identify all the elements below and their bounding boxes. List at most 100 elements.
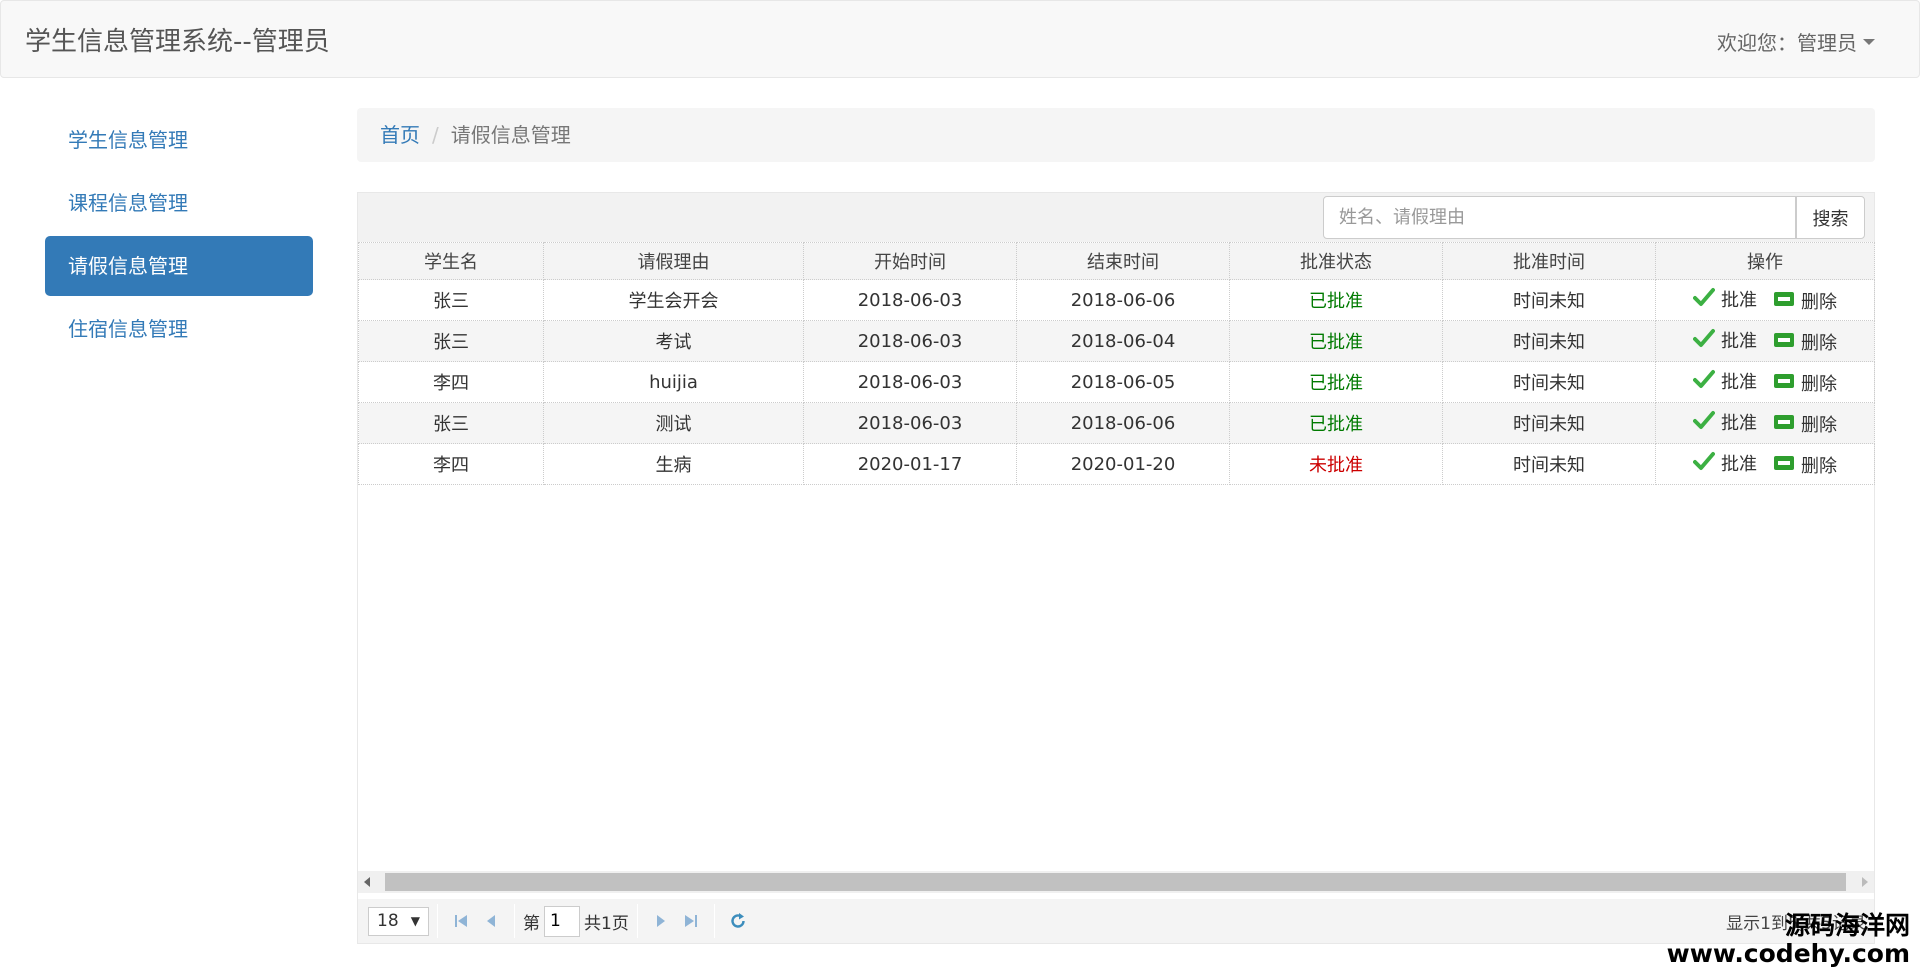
page-number-input[interactable] [544,905,580,937]
scroll-right-icon[interactable] [1862,877,1868,887]
cell-name: 张三 [358,320,544,362]
cell-actions: 批准 删除 [1655,402,1875,444]
column-header-reason[interactable]: 请假理由 [543,242,804,280]
cell-actions: 批准 删除 [1655,279,1875,321]
table-row[interactable]: 张三 测试 2018-06-03 2018-06-06 已批准 时间未知 批准 删除 [358,402,1875,444]
grid-toolbar: 搜索 [358,193,1874,242]
horizontal-scrollbar[interactable] [358,871,1874,893]
next-page-icon[interactable] [646,906,676,936]
cell-end: 2018-06-05 [1016,361,1230,403]
cell-approve-time: 时间未知 [1442,279,1656,321]
cell-approve-time: 时间未知 [1442,361,1656,403]
page-total-label: 共1页 [584,913,629,934]
approve-button[interactable]: 批准 [1693,368,1757,394]
approve-label: 批准 [1721,454,1757,475]
delete-button[interactable]: 删除 [1773,288,1837,314]
delete-label: 删除 [1801,333,1837,354]
cell-start: 2018-06-03 [803,361,1017,403]
table-row[interactable]: 张三 学生会开会 2018-06-03 2018-06-06 已批准 时间未知 批准 删除 [358,279,1875,321]
sidebar-item-dorm[interactable]: 住宿信息管理 [45,299,313,359]
approve-label: 批准 [1721,372,1757,393]
welcome-text: 欢迎您：管理员 [1717,31,1857,55]
cell-name: 张三 [358,402,544,444]
column-header-approve-time[interactable]: 批准时间 [1442,242,1656,280]
table-row[interactable]: 李四 huijia 2018-06-03 2018-06-05 已批准 时间未知 批准 删除 [358,361,1875,403]
check-icon [1693,287,1721,312]
cell-start: 2020-01-17 [803,443,1017,485]
page-size-select[interactable]: 18 ▼ [368,906,429,936]
minus-box-icon [1773,373,1801,394]
watermark-line1: 源码海洋网 [1784,911,1910,940]
delete-label: 删除 [1801,292,1837,313]
column-header-name[interactable]: 学生名 [358,242,544,280]
approve-button[interactable]: 批准 [1693,327,1757,353]
delete-label: 删除 [1801,374,1837,395]
delete-button[interactable]: 删除 [1773,452,1837,478]
column-header-start[interactable]: 开始时间 [803,242,1017,280]
first-page-icon[interactable] [446,906,476,936]
column-header-status[interactable]: 批准状态 [1229,242,1443,280]
delete-button[interactable]: 删除 [1773,370,1837,396]
user-menu-toggle[interactable]: 欢迎您：管理员 [1717,27,1875,56]
cell-name: 张三 [358,279,544,321]
breadcrumb-separator: / [432,123,439,147]
minus-box-icon [1773,414,1801,435]
refresh-icon[interactable] [723,906,753,936]
cell-reason: 生病 [543,443,804,485]
approve-label: 批准 [1721,331,1757,352]
cell-start: 2018-06-03 [803,279,1017,321]
top-navbar: 学生信息管理系统--管理员 欢迎您：管理员 [0,0,1920,78]
check-icon [1693,328,1721,353]
check-icon [1693,410,1721,435]
last-page-icon[interactable] [676,906,706,936]
sidebar-item-course[interactable]: 课程信息管理 [45,173,313,233]
cell-actions: 批准 删除 [1655,361,1875,403]
cell-reason: huijia [543,361,804,403]
cell-end: 2018-06-06 [1016,402,1230,444]
table-row[interactable]: 张三 考试 2018-06-03 2018-06-04 已批准 时间未知 批准 删除 [358,320,1875,362]
approve-label: 批准 [1721,413,1757,434]
breadcrumb-current: 请假信息管理 [450,123,571,147]
cell-start: 2018-06-03 [803,320,1017,362]
pager-separator [437,904,438,938]
delete-button[interactable]: 删除 [1773,329,1837,355]
delete-button[interactable]: 删除 [1773,411,1837,437]
leave-table: 学生名 请假理由 开始时间 结束时间 批准状态 批准时间 操作 张三 学生会开会 2… [358,242,1875,485]
check-icon [1693,369,1721,394]
column-header-end[interactable]: 结束时间 [1016,242,1230,280]
cell-status: 未批准 [1229,443,1443,485]
watermark-logo: 源码海洋网 www.codehy.com [1667,912,1910,968]
approve-button[interactable]: 批准 [1693,409,1757,435]
sidebar-item-leave[interactable]: 请假信息管理 [45,236,313,296]
cell-actions: 批准 删除 [1655,320,1875,362]
scrollbar-thumb[interactable] [385,873,1846,891]
page-size-value: 18 [377,911,399,931]
cell-name: 李四 [358,361,544,403]
breadcrumb-home[interactable]: 首页 [380,123,420,147]
cell-status: 已批准 [1229,320,1443,362]
search-button[interactable]: 搜索 [1796,196,1865,239]
approve-button[interactable]: 批准 [1693,286,1757,312]
cell-status: 已批准 [1229,402,1443,444]
table-header-row: 学生名 请假理由 开始时间 结束时间 批准状态 批准时间 操作 [358,242,1875,280]
cell-status: 已批准 [1229,279,1443,321]
dropdown-arrow-icon: ▼ [410,914,420,928]
cell-reason: 测试 [543,402,804,444]
approve-label: 批准 [1721,290,1757,311]
minus-box-icon [1773,332,1801,353]
approve-button[interactable]: 批准 [1693,450,1757,476]
cell-end: 2018-06-04 [1016,320,1230,362]
sidebar-item-student[interactable]: 学生信息管理 [45,110,313,170]
cell-name: 李四 [358,443,544,485]
scroll-left-icon[interactable] [364,877,370,887]
cell-approve-time: 时间未知 [1442,320,1656,362]
cell-end: 2018-06-06 [1016,279,1230,321]
table-row[interactable]: 李四 生病 2020-01-17 2020-01-20 未批准 时间未知 批准 删除 [358,443,1875,485]
prev-page-icon[interactable] [476,906,506,936]
minus-box-icon [1773,455,1801,476]
search-input[interactable] [1323,196,1796,239]
app-title[interactable]: 学生信息管理系统--管理员 [25,21,330,58]
delete-label: 删除 [1801,415,1837,436]
column-header-actions[interactable]: 操作 [1655,242,1875,280]
check-icon [1693,451,1721,476]
